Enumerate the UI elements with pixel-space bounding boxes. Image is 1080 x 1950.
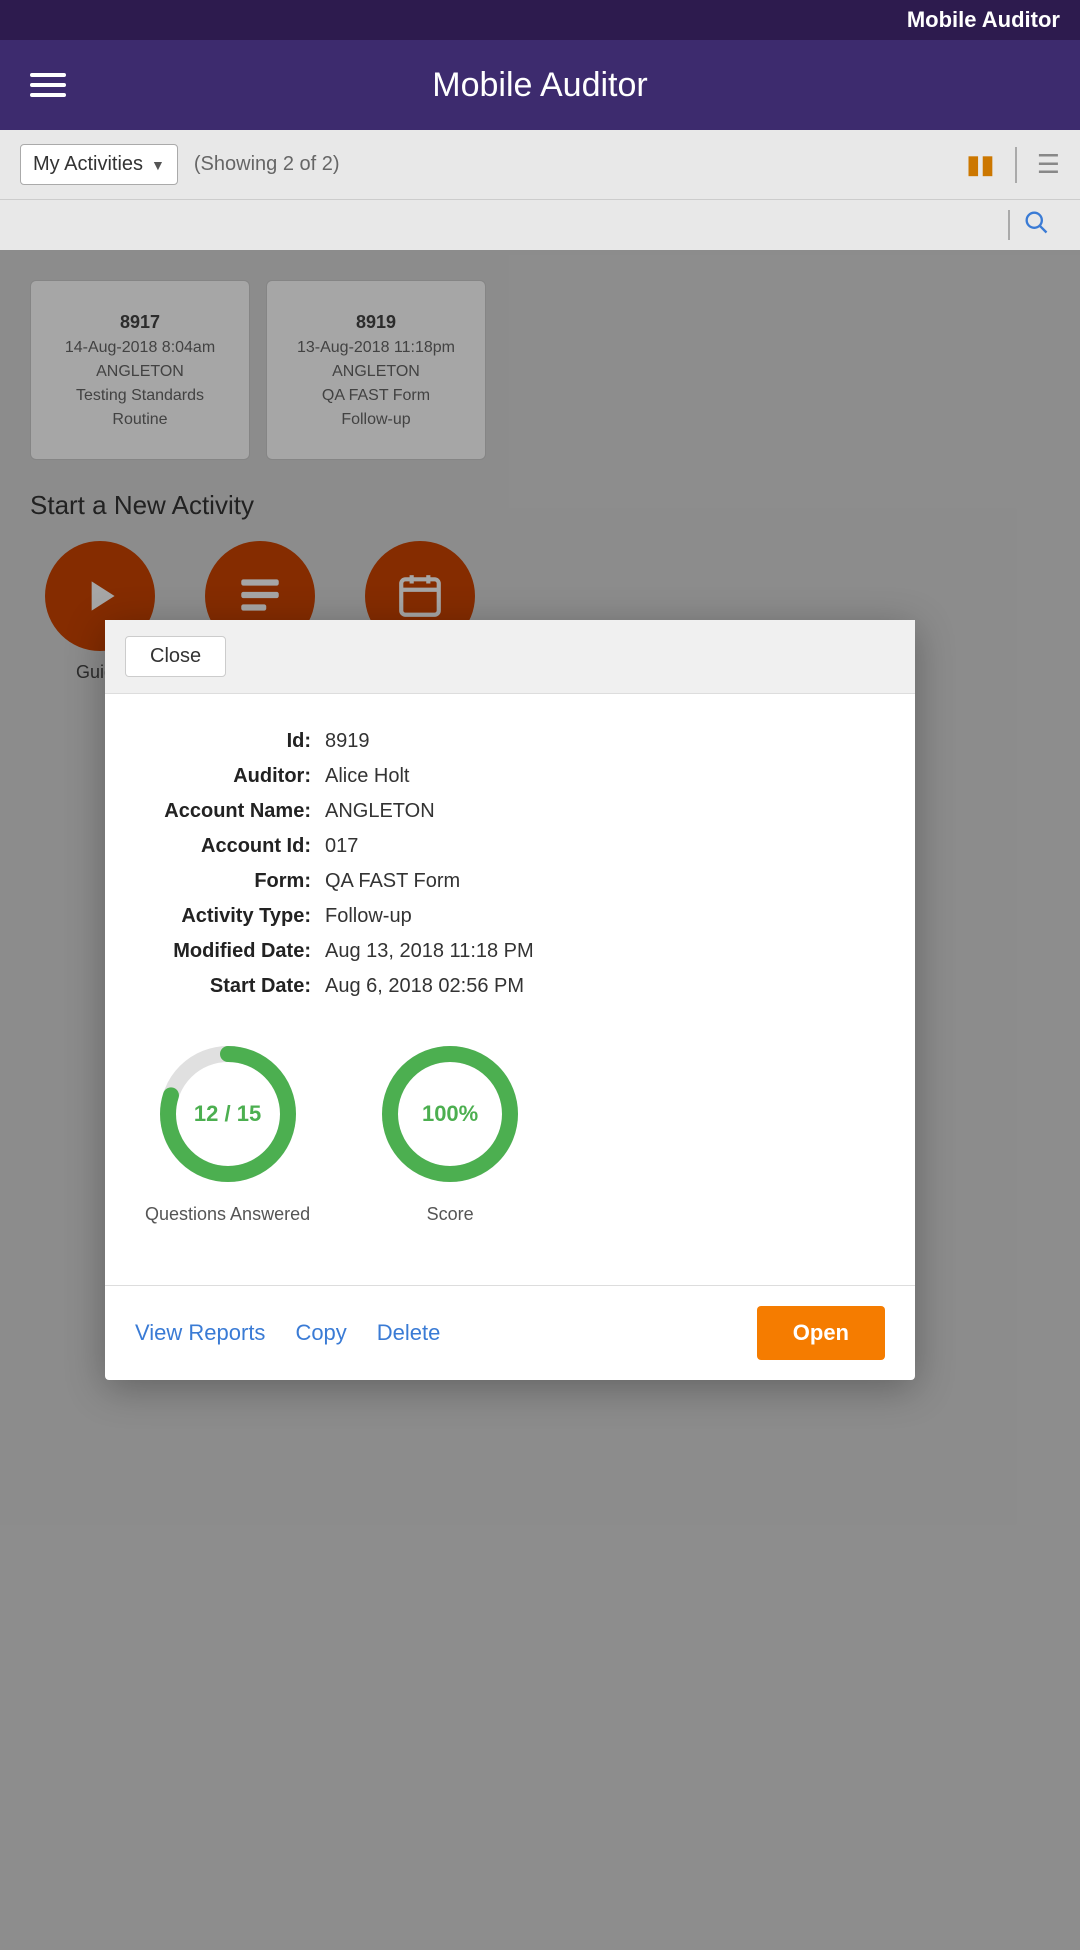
grid-view-button[interactable]: ▮▮ <box>966 149 995 180</box>
questions-chart-label: Questions Answered <box>145 1204 310 1225</box>
hamburger-line-1 <box>30 73 66 77</box>
search-icon <box>1022 208 1050 236</box>
table-row: Id: 8919 <box>145 724 875 759</box>
modal-body: Id: 8919 Auditor: Alice Holt Account Nam… <box>105 694 915 1285</box>
activity-detail-modal: Close Id: 8919 Auditor: Alice Holt Accou… <box>105 620 915 1380</box>
field-value-account-name: ANGLETON <box>325 794 875 829</box>
table-row: Activity Type: Follow-up <box>145 899 875 934</box>
toolbar-divider <box>1015 147 1017 183</box>
table-row: Form: QA FAST Form <box>145 864 875 899</box>
questions-answered-chart: 12 / 15 Questions Answered <box>145 1034 310 1225</box>
field-label-account-id: Account Id: <box>145 829 325 864</box>
questions-donut: 12 / 15 <box>148 1034 308 1194</box>
score-donut-text: 100% <box>422 1101 478 1127</box>
copy-button[interactable]: Copy <box>295 1320 346 1346</box>
score-chart-label: Score <box>427 1204 474 1225</box>
field-label-activity-type: Activity Type: <box>145 899 325 934</box>
charts-row: 12 / 15 Questions Answered 100% <box>145 1034 875 1225</box>
score-donut: 100% <box>370 1034 530 1194</box>
field-label-auditor: Auditor: <box>145 759 325 794</box>
table-row: Start Date: Aug 6, 2018 02:56 PM <box>145 969 875 1004</box>
hamburger-line-3 <box>30 93 66 97</box>
view-reports-button[interactable]: View Reports <box>135 1320 265 1346</box>
activities-dropdown[interactable]: My Activities ▼ <box>20 144 178 185</box>
field-value-modified-date: Aug 13, 2018 11:18 PM <box>325 934 875 969</box>
field-label-form: Form: <box>145 864 325 899</box>
footer-actions: View Reports Copy Delete <box>135 1320 440 1346</box>
list-icon: ☰ <box>1037 149 1060 179</box>
field-value-account-id: 017 <box>325 829 875 864</box>
field-label-start-date: Start Date: <box>145 969 325 1004</box>
activity-info-table: Id: 8919 Auditor: Alice Holt Account Nam… <box>145 724 875 1004</box>
field-value-auditor: Alice Holt <box>325 759 875 794</box>
search-button[interactable] <box>1022 208 1050 243</box>
table-row: Auditor: Alice Holt <box>145 759 875 794</box>
hamburger-line-2 <box>30 83 66 87</box>
toolbar: My Activities ▼ (Showing 2 of 2) ▮▮ ☰ <box>0 130 1080 200</box>
table-row: Account Id: 017 <box>145 829 875 864</box>
questions-donut-text: 12 / 15 <box>194 1101 261 1127</box>
search-row <box>0 200 1080 250</box>
toolbar-right: ▮▮ ☰ <box>966 147 1060 183</box>
hamburger-menu-button[interactable] <box>30 73 66 97</box>
grid-icon: ▮▮ <box>966 149 995 179</box>
open-button[interactable]: Open <box>757 1306 885 1360</box>
status-bar-title: Mobile Auditor <box>907 7 1060 33</box>
list-view-button[interactable]: ☰ <box>1037 149 1060 180</box>
field-value-start-date: Aug 6, 2018 02:56 PM <box>325 969 875 1004</box>
field-value-form: QA FAST Form <box>325 864 875 899</box>
delete-button[interactable]: Delete <box>377 1320 441 1346</box>
nav-title: Mobile Auditor <box>432 66 647 105</box>
status-bar: Mobile Auditor <box>0 0 1080 40</box>
showing-label: (Showing 2 of 2) <box>194 153 340 176</box>
modal-header: Close <box>105 620 915 694</box>
table-row: Modified Date: Aug 13, 2018 11:18 PM <box>145 934 875 969</box>
chevron-down-icon: ▼ <box>151 157 165 173</box>
score-chart: 100% Score <box>370 1034 530 1225</box>
search-row-divider <box>1008 210 1010 240</box>
table-row: Account Name: ANGLETON <box>145 794 875 829</box>
field-label-account-name: Account Name: <box>145 794 325 829</box>
field-label-modified-date: Modified Date: <box>145 934 325 969</box>
field-label-id: Id: <box>145 724 325 759</box>
activities-dropdown-label: My Activities <box>33 153 143 176</box>
main-content: 8917 14-Aug-2018 8:04am ANGLETON Testing… <box>0 250 1080 1950</box>
modal-footer: View Reports Copy Delete Open <box>105 1285 915 1380</box>
field-value-activity-type: Follow-up <box>325 899 875 934</box>
field-value-id: 8919 <box>325 724 875 759</box>
top-nav: Mobile Auditor <box>0 40 1080 130</box>
close-button[interactable]: Close <box>125 636 226 677</box>
